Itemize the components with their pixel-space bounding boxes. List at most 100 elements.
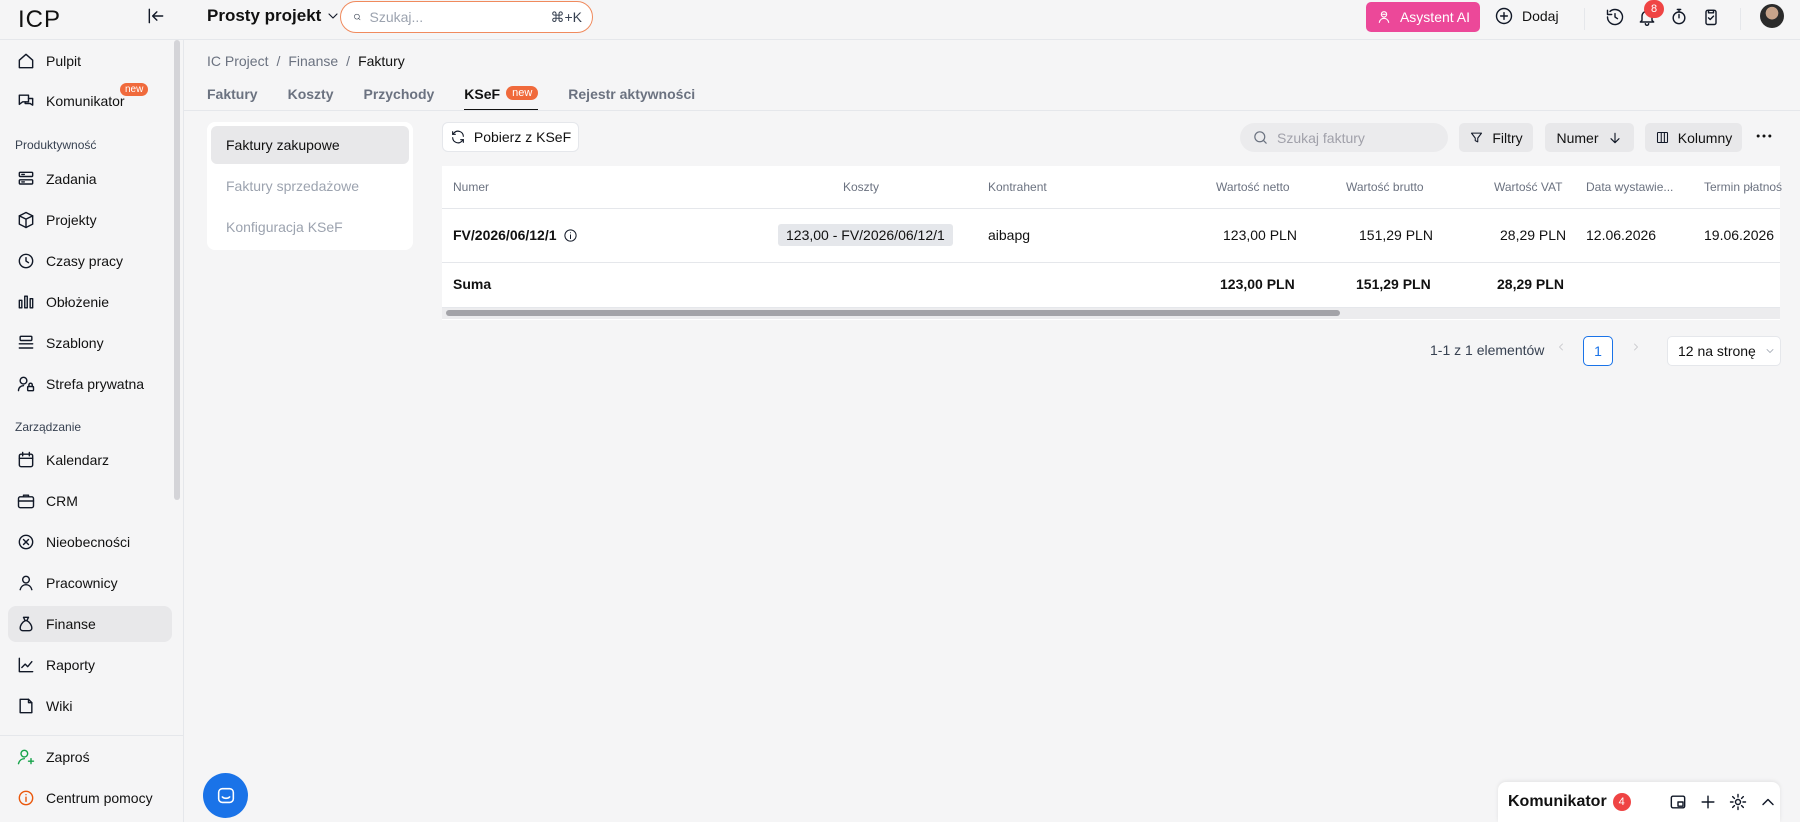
sidebar-item-zapros[interactable]: Zaproś (8, 739, 172, 775)
sidebar-scrollbar[interactable] (174, 40, 180, 500)
komunikator-title: Komunikator (1508, 793, 1607, 810)
fetch-ksef-button[interactable]: Pobierz z KSeF (442, 122, 579, 152)
page-button-1[interactable]: 1 (1583, 336, 1613, 366)
tab-label: Przychody (363, 86, 435, 102)
fetch-ksef-label: Pobierz z KSeF (473, 129, 572, 145)
tab-koszty[interactable]: Koszty (288, 86, 334, 111)
sidebar-item-finanse[interactable]: Finanse (8, 606, 172, 642)
line-chart-icon (18, 657, 34, 673)
sidebar-item-label: Obłożenie (46, 294, 110, 310)
sidebar-item-label: Nieobecności (46, 534, 131, 550)
tabs-divider (184, 110, 1800, 111)
collapse-left-icon (148, 8, 164, 24)
breadcrumb-separator: / (276, 53, 281, 69)
tab-ksef[interactable]: KSeF new (464, 86, 539, 111)
vat-value-cell: 28,29 PLN (1500, 227, 1567, 243)
sum-net-value: 123,00 PLN (1220, 276, 1295, 292)
sidebar-item-komunikator[interactable]: Komunikator new (8, 83, 172, 119)
cost-link-chip[interactable]: 123,00 - FV/2026/06/12/1 (778, 224, 953, 246)
sidebar-item-pracownicy[interactable]: Pracownicy (8, 565, 172, 601)
open-window-button[interactable] (1668, 792, 1688, 812)
sum-label: Suma (453, 276, 492, 292)
subnav-faktury-sprzedazowe[interactable]: Faktury sprzedażowe (211, 167, 409, 205)
subnav-faktury-zakupowe[interactable]: Faktury zakupowe (211, 126, 409, 164)
columns-label: Kolumny (1677, 129, 1733, 146)
top-bar: ICP Prosty projekt ⌘+K Asystent AI Dodaj… (0, 0, 1800, 40)
sidebar-item-projekty[interactable]: Projekty (8, 202, 172, 238)
page-size-select[interactable]: 12 na stronę (1667, 336, 1781, 366)
info-icon[interactable] (563, 228, 578, 243)
chevron-right-icon (1634, 343, 1638, 351)
sidebar-item-label: Pracownicy (46, 575, 118, 591)
chat-icon (18, 94, 34, 106)
search-icon (1254, 131, 1267, 144)
clock-icon (18, 253, 34, 269)
project-switcher[interactable]: Prosty projekt (207, 6, 341, 26)
sidebar-item-nieobecnosci[interactable]: Nieobecności (8, 524, 172, 560)
sidebar-item-oblozenie[interactable]: Obłożenie (8, 284, 172, 320)
sidebar-item-czasy-pracy[interactable]: Czasy pracy (8, 243, 172, 279)
column-header-kontrahent[interactable]: Kontrahent (988, 180, 1047, 194)
sidebar: Pulpit Komunikator new Produktywność Zad… (0, 40, 184, 822)
komunikator-dock[interactable]: Komunikator 4 (1498, 782, 1780, 822)
clipboard-button[interactable] (1701, 7, 1721, 27)
sidebar-item-centrum-pomocy[interactable]: Centrum pomocy (8, 780, 172, 816)
filters-button[interactable]: Filtry (1459, 123, 1533, 152)
project-name: Prosty projekt (207, 6, 322, 25)
ai-assistant-button[interactable]: Asystent AI (1366, 2, 1480, 32)
briefcase-icon (17, 494, 35, 509)
user-avatar[interactable] (1760, 4, 1784, 28)
sidebar-item-kalendarz[interactable]: Kalendarz (8, 442, 172, 478)
sidebar-item-strefa-prywatna[interactable]: Strefa prywatna (8, 366, 172, 402)
sidebar-item-zadania[interactable]: Zadania (8, 161, 172, 197)
column-header-wartosc-netto[interactable]: Wartość netto (1216, 180, 1290, 194)
history-button[interactable] (1605, 7, 1625, 27)
column-header-koszty[interactable]: Koszty (843, 180, 879, 194)
tab-przychody[interactable]: Przychody (363, 86, 434, 111)
x-circle-icon (18, 534, 34, 550)
next-page-button[interactable] (1630, 341, 1642, 353)
prev-page-button[interactable] (1555, 341, 1567, 353)
clipboard-check-icon (1705, 9, 1717, 26)
sort-button[interactable]: Numer (1545, 123, 1634, 152)
invoice-number[interactable]: FV/2026/06/12/1 (453, 227, 557, 243)
column-header-wartosc-vat[interactable]: Wartość VAT (1494, 180, 1562, 194)
table-scrollbar-thumb[interactable] (446, 310, 1340, 316)
sidebar-item-pulpit[interactable]: Pulpit (8, 43, 172, 79)
app-logo[interactable]: ICP (18, 6, 61, 34)
sidebar-item-crm[interactable]: CRM (8, 483, 172, 519)
filter-icon (1471, 132, 1483, 143)
gear-icon (1729, 793, 1747, 811)
global-search-input[interactable] (369, 9, 551, 25)
sidebar-item-label: Zaproś (46, 749, 90, 765)
column-header-termin-platnosci[interactable]: Termin płatnoś (1704, 180, 1782, 194)
sidebar-item-szablony[interactable]: Szablony (8, 325, 172, 361)
table-row[interactable]: FV/2026/06/12/1 (453, 227, 578, 243)
collapse-sidebar-button[interactable] (146, 6, 166, 26)
support-chat-button[interactable] (203, 773, 248, 818)
tab-rejestr-aktywnosci[interactable]: Rejestr aktywności (568, 86, 695, 111)
timer-button[interactable] (1669, 7, 1689, 27)
new-badge: new (506, 86, 539, 100)
global-search[interactable]: ⌘+K (340, 1, 593, 33)
subnav-konfiguracja-ksef[interactable]: Konfiguracja KSeF (211, 208, 409, 246)
column-header-wartosc-brutto[interactable]: Wartość brutto (1346, 180, 1424, 194)
column-header-data-wystawienia[interactable]: Data wystawie... (1586, 180, 1673, 194)
column-header-numer[interactable]: Numer (453, 180, 489, 194)
komunikator-settings-button[interactable] (1728, 792, 1748, 812)
invoice-search-input[interactable] (1277, 129, 1437, 146)
komunikator-unread-badge: 4 (1612, 793, 1631, 811)
new-message-button[interactable] (1698, 792, 1718, 812)
columns-button[interactable]: Kolumny (1645, 123, 1742, 152)
invoices-table (442, 166, 1780, 320)
sidebar-item-wiki[interactable]: Wiki (8, 688, 172, 724)
expand-komunikator-button[interactable] (1758, 792, 1778, 812)
breadcrumb-item[interactable]: IC Project (207, 53, 268, 69)
sidebar-item-raporty[interactable]: Raporty (8, 647, 172, 683)
breadcrumb-item[interactable]: Finanse (288, 53, 338, 69)
tab-faktury[interactable]: Faktury (207, 86, 258, 111)
more-options-button[interactable] (1754, 126, 1774, 146)
finance-tabs: Faktury Koszty Przychody KSeF new Rejest… (207, 86, 695, 111)
add-button[interactable]: Dodaj (1494, 6, 1559, 26)
invoice-search[interactable] (1240, 123, 1448, 152)
